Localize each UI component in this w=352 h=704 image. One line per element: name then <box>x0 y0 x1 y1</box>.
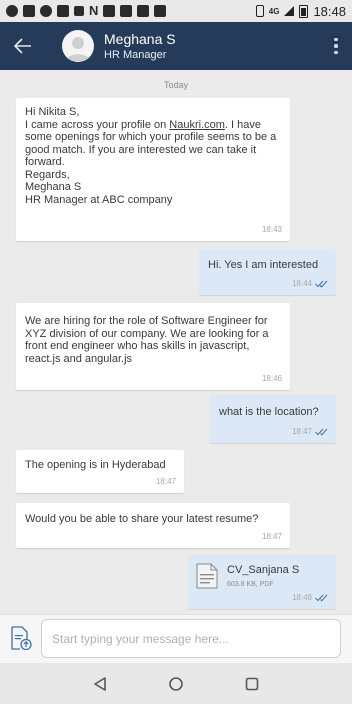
signoff-text: Regards, Meghana S HR Manager at ABC com… <box>25 168 173 206</box>
outlook-icon <box>103 5 116 17</box>
composer-bar <box>0 614 352 663</box>
nav-home-button[interactable] <box>167 675 185 693</box>
message-time: 18:44 <box>291 278 312 288</box>
document-icon <box>196 563 218 589</box>
greeting-text: Hi Nikita S, <box>25 106 80 118</box>
message-time: 18:46 <box>261 373 282 383</box>
read-ticks-icon <box>315 594 328 602</box>
back-arrow-icon <box>14 38 31 54</box>
message-text: what is the location? <box>219 406 319 418</box>
message-list[interactable]: Today Hi Nikita S, I came across your pr… <box>0 70 352 614</box>
triangle-back-icon <box>94 676 106 691</box>
google-icon <box>6 5 18 17</box>
clock: 18:48 <box>313 3 346 19</box>
signal-icon <box>284 6 295 16</box>
read-ticks-icon <box>315 280 328 288</box>
contact-role: HR Manager <box>104 49 167 61</box>
linkedin-icon <box>57 5 69 17</box>
message-text: The opening is in Hyderabad <box>25 459 166 471</box>
day-separator: Today <box>163 80 189 90</box>
outgoing-message[interactable]: Hi. Yes I am interested 18:44 <box>199 249 336 295</box>
incoming-message[interactable]: The opening is in Hyderabad 18:47 <box>16 450 184 493</box>
more-dot <box>334 37 338 42</box>
naukri-link[interactable]: Naukri.com <box>169 119 225 131</box>
message-text: Hi Nikita S, I came across your profile … <box>25 106 282 206</box>
more-options-button[interactable] <box>320 22 352 70</box>
nav-back-button[interactable] <box>91 675 109 693</box>
user-icon <box>66 37 90 61</box>
nav-recents-button[interactable] <box>243 675 261 693</box>
system-navigation-bar <box>0 663 352 704</box>
avatar[interactable] <box>62 30 94 62</box>
file-info: 603.8 KB, PDF <box>227 581 274 588</box>
outgoing-message[interactable]: what is the location? 18:47 <box>210 395 336 443</box>
network-type: 4G <box>268 6 280 16</box>
contact-info[interactable]: Meghana S HR Manager <box>104 30 176 62</box>
message-time: 18:48 <box>291 592 312 602</box>
back-button[interactable] <box>0 22 46 70</box>
message-input[interactable] <box>41 619 341 658</box>
contact-name: Meghana S <box>104 31 176 47</box>
file-name: CV_Sanjana S <box>227 564 300 576</box>
incoming-message[interactable]: Would you be able to share your latest r… <box>16 503 290 548</box>
facebook-icon <box>23 5 35 17</box>
notification-icons: N <box>6 3 167 18</box>
message-time: 18:43 <box>261 224 282 234</box>
message-text-part: I came across your profile on <box>25 118 170 131</box>
circle-home-icon <box>169 676 183 691</box>
battery-icon <box>299 4 309 18</box>
message-text: Would you be able to share your latest r… <box>25 513 259 525</box>
message-time: 18:47 <box>261 531 282 541</box>
more-dot <box>334 50 338 55</box>
naukri-icon <box>74 6 84 16</box>
outgoing-file-message[interactable]: CV_Sanjana S 603.8 KB, PDF 18:48 <box>188 555 336 609</box>
more-dot <box>334 44 338 48</box>
status-bar: N 4G 18:48 <box>0 0 352 22</box>
message-text: Hi. Yes I am interested <box>208 259 319 271</box>
chat-header: Meghana S HR Manager <box>0 22 352 70</box>
n-icon: N <box>89 3 99 18</box>
square-recents-icon <box>245 677 259 690</box>
incoming-message[interactable]: We are hiring for the role of Software E… <box>16 303 290 390</box>
gmail-icon <box>154 5 167 17</box>
read-ticks-icon <box>315 428 328 436</box>
message-time: 18:47 <box>155 476 176 486</box>
vibrate-icon <box>255 5 264 17</box>
linkedin-icon <box>137 5 150 17</box>
incoming-message[interactable]: Hi Nikita S, I came across your profile … <box>16 98 290 241</box>
attach-document-icon[interactable] <box>10 626 32 650</box>
outlook-icon <box>120 5 133 17</box>
message-time: 18:47 <box>291 426 312 436</box>
messenger-icon <box>40 5 52 17</box>
message-text: We are hiring for the role of Software E… <box>25 315 269 365</box>
